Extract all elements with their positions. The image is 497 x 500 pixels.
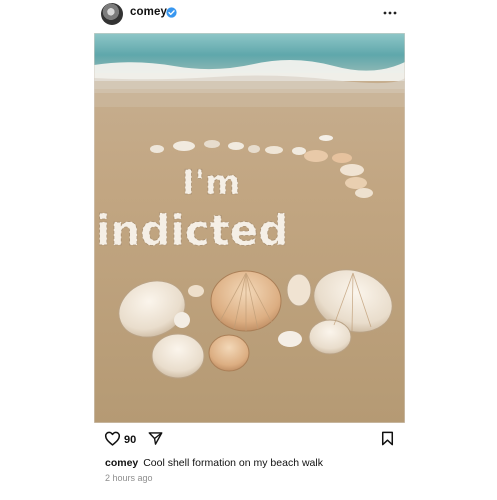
shell-text-im: I'm bbox=[182, 163, 241, 203]
shell-text-indicted: indicted bbox=[96, 206, 288, 255]
send-icon[interactable] bbox=[148, 431, 163, 446]
caption-author[interactable]: comey bbox=[105, 457, 138, 469]
heart-icon[interactable] bbox=[104, 431, 121, 446]
likes-count[interactable]: 90 bbox=[124, 434, 136, 446]
post-username[interactable]: comey bbox=[130, 6, 167, 18]
post-caption: comey Cool shell formation on my beach w… bbox=[105, 457, 323, 469]
verified-badge-icon bbox=[166, 7, 177, 18]
bookmark-icon[interactable] bbox=[381, 431, 394, 446]
beach-shell-photo: I'm indicted bbox=[94, 33, 405, 423]
more-options-icon[interactable] bbox=[382, 5, 398, 21]
avatar[interactable] bbox=[101, 3, 123, 25]
post-timestamp: 2 hours ago bbox=[105, 473, 153, 483]
post-header: comey bbox=[0, 0, 497, 30]
post-actions: 90 bbox=[0, 427, 497, 449]
caption-text: Cool shell formation on my beach walk bbox=[143, 457, 323, 469]
post-photo[interactable]: I'm indicted bbox=[94, 33, 405, 423]
